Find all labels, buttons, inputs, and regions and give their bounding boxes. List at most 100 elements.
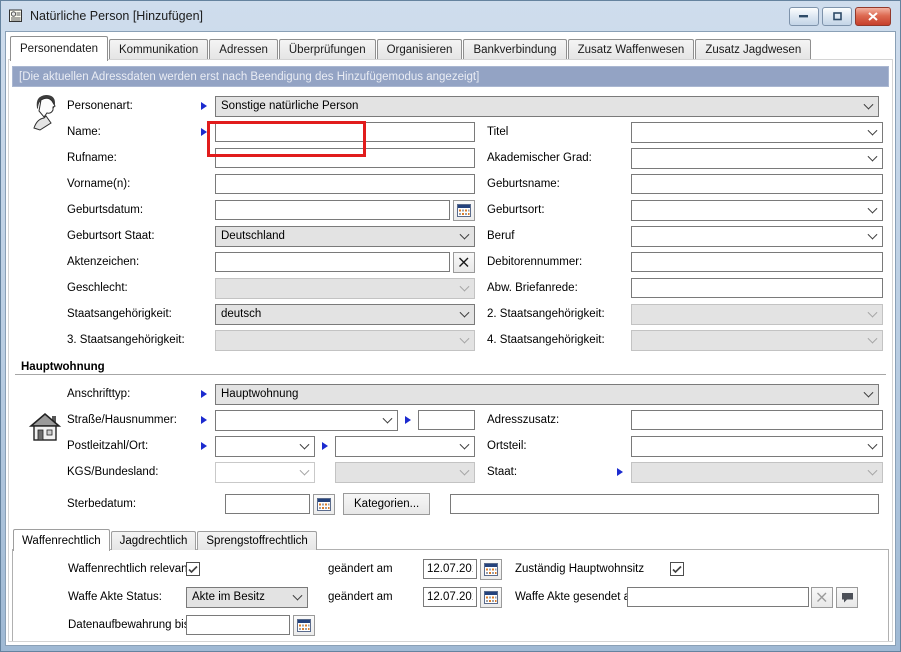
chevron-down-icon bbox=[868, 440, 878, 450]
tab-waffenrechtlich[interactable]: Waffenrechtlich bbox=[13, 529, 110, 551]
waffe-akte-status-combobox[interactable]: Akte im Besitz bbox=[186, 587, 308, 608]
datenaufbewahrung-input[interactable] bbox=[186, 615, 290, 635]
ortsteil-combobox[interactable] bbox=[631, 436, 883, 457]
datenaufbewahrung-calendar-button[interactable] bbox=[293, 615, 315, 636]
tab-sprengstoffrechtlich[interactable]: Sprengstoffrechtlich bbox=[197, 531, 316, 550]
vorname-input[interactable] bbox=[215, 174, 475, 194]
geburtsort-combobox[interactable] bbox=[631, 200, 883, 221]
geaendert-am-1-calendar-button[interactable] bbox=[480, 559, 502, 580]
geschlecht-label: Geschlecht: bbox=[67, 282, 201, 294]
personenart-label: Personenart: bbox=[67, 100, 201, 112]
row-kgs-staat: KGS/Bundesland: Staat: bbox=[9, 459, 892, 485]
titel-combobox[interactable] bbox=[631, 122, 883, 143]
waffenrechtlich-panel: Waffenrechtlich relevant geändert am Zus… bbox=[12, 549, 889, 642]
row-personenart: Personenart: Sonstige natürliche Person bbox=[9, 93, 892, 119]
geaendert-am-label: geändert am bbox=[328, 591, 423, 603]
name-input[interactable] bbox=[215, 122, 475, 142]
sterbedatum-input[interactable] bbox=[225, 494, 310, 514]
rufname-label: Rufname: bbox=[67, 152, 201, 164]
chevron-down-icon bbox=[868, 466, 878, 476]
tab-bankverbindung[interactable]: Bankverbindung bbox=[463, 39, 566, 60]
row-datenaufbewahrung: Datenaufbewahrung bis bbox=[13, 611, 888, 639]
vorname-label: Vorname(n): bbox=[67, 178, 201, 190]
row-geburtsortstaat-beruf: Geburtsort Staat: Deutschland Beruf bbox=[9, 223, 892, 249]
sterbedatum-calendar-button[interactable] bbox=[313, 494, 335, 515]
chevron-down-icon bbox=[460, 440, 470, 450]
staatsangehoerigkeit-3-combobox[interactable] bbox=[215, 330, 475, 351]
tab-jagdrechtlich[interactable]: Jagdrechtlich bbox=[111, 531, 197, 550]
geburtsname-input[interactable] bbox=[631, 174, 883, 194]
aktenzeichen-input[interactable] bbox=[215, 252, 450, 272]
close-button[interactable] bbox=[855, 7, 891, 26]
minimize-button[interactable] bbox=[789, 7, 819, 26]
waffenrechtlich-relevant-checkbox[interactable] bbox=[186, 562, 200, 576]
tab-personendaten[interactable]: Personendaten bbox=[10, 36, 108, 61]
tab-organisieren[interactable]: Organisieren bbox=[377, 39, 463, 60]
personenart-combobox[interactable]: Sonstige natürliche Person bbox=[215, 96, 879, 117]
hauptwohnung-section-title: Hauptwohnung bbox=[21, 361, 105, 373]
datenaufbewahrung-label: Datenaufbewahrung bis bbox=[68, 619, 186, 631]
anschrifttyp-value: Hauptwohnung bbox=[221, 388, 298, 400]
aktenzeichen-label: Aktenzeichen: bbox=[67, 256, 201, 268]
close-icon bbox=[868, 12, 878, 21]
geburtsdatum-calendar-button[interactable] bbox=[453, 200, 475, 221]
chevron-down-icon bbox=[868, 152, 878, 162]
kategorien-input[interactable] bbox=[450, 494, 879, 514]
staatsangehoerigkeit-combobox[interactable]: deutsch bbox=[215, 304, 475, 325]
bundesland-combobox[interactable] bbox=[335, 462, 475, 483]
tab-kommunikation[interactable]: Kommunikation bbox=[109, 39, 208, 60]
calendar-icon bbox=[297, 619, 311, 632]
tab-zusatz-jagdwesen[interactable]: Zusatz Jagdwesen bbox=[695, 39, 811, 60]
geaendert-am-2-input[interactable] bbox=[423, 587, 477, 607]
ortsteil-label: Ortsteil: bbox=[487, 440, 617, 452]
beruf-combobox[interactable] bbox=[631, 226, 883, 247]
zustaendig-hauptwohnsitz-checkbox[interactable] bbox=[670, 562, 684, 576]
gesendet-an-clear-button[interactable] bbox=[811, 587, 833, 608]
gesendet-an-note-button[interactable] bbox=[836, 587, 858, 608]
abw-briefanrede-input[interactable] bbox=[631, 278, 883, 298]
staat-combobox[interactable] bbox=[631, 462, 883, 483]
tab-adressen[interactable]: Adressen bbox=[209, 39, 278, 60]
waffe-akte-gesendet-an-input[interactable] bbox=[627, 587, 809, 607]
staatsangehoerigkeit-3-label: 3. Staatsangehörigkeit: bbox=[67, 334, 201, 346]
ort-combobox[interactable] bbox=[335, 436, 475, 457]
geschlecht-combobox[interactable] bbox=[215, 278, 475, 299]
debitorennummer-input[interactable] bbox=[631, 252, 883, 272]
staatsangehoerigkeit-4-label: 4. Staatsangehörigkeit: bbox=[487, 334, 617, 346]
akademischer-grad-combobox[interactable] bbox=[631, 148, 883, 169]
geaendert-am-1-input[interactable] bbox=[423, 559, 477, 579]
strasse-combobox[interactable] bbox=[215, 410, 398, 431]
tab-ueberpruefungen[interactable]: Überprüfungen bbox=[279, 39, 376, 60]
plz-combobox[interactable] bbox=[215, 436, 315, 457]
kgs-combobox[interactable] bbox=[215, 462, 315, 483]
anschrifttyp-combobox[interactable]: Hauptwohnung bbox=[215, 384, 879, 405]
chevron-down-icon bbox=[460, 282, 470, 292]
staatsangehoerigkeit-4-combobox[interactable] bbox=[631, 330, 883, 351]
restore-button[interactable] bbox=[822, 7, 852, 26]
geburtsdatum-input[interactable] bbox=[215, 200, 450, 220]
chevron-down-icon bbox=[864, 388, 874, 398]
kategorien-button[interactable]: Kategorien... bbox=[343, 493, 430, 515]
kgs-bundesland-label: KGS/Bundesland: bbox=[67, 466, 201, 478]
abw-briefanrede-label: Abw. Briefanrede: bbox=[487, 282, 617, 294]
beruf-label: Beruf bbox=[487, 230, 617, 242]
geaendert-am-2-calendar-button[interactable] bbox=[480, 587, 502, 608]
chevron-down-icon bbox=[868, 308, 878, 318]
adresszusatz-input[interactable] bbox=[631, 410, 883, 430]
geburtsdatum-label: Geburtsdatum: bbox=[67, 204, 201, 216]
waffe-akte-status-value: Akte im Besitz bbox=[192, 591, 265, 603]
hausnummer-input[interactable] bbox=[418, 410, 475, 430]
aktenzeichen-clear-button[interactable] bbox=[453, 252, 475, 273]
row-aktenzeichen-debitorennummer: Aktenzeichen: Debitorennummer: bbox=[9, 249, 892, 275]
chevron-down-icon bbox=[868, 334, 878, 344]
row-geschlecht-briefanrede: Geschlecht: Abw. Briefanrede: bbox=[9, 275, 892, 301]
required-marker-icon bbox=[201, 128, 207, 136]
chevron-down-icon bbox=[864, 100, 874, 110]
tab-page-personendaten: [Die aktuellen Adressdaten werden erst n… bbox=[8, 59, 893, 642]
staatsangehoerigkeit-2-combobox[interactable] bbox=[631, 304, 883, 325]
geburtsort-staat-combobox[interactable]: Deutschland bbox=[215, 226, 475, 247]
tab-zusatz-waffenwesen[interactable]: Zusatz Waffenwesen bbox=[568, 39, 695, 60]
rufname-input[interactable] bbox=[215, 148, 475, 168]
strasse-label: Straße/Hausnummer: bbox=[67, 414, 201, 426]
clear-x-icon bbox=[458, 257, 470, 268]
